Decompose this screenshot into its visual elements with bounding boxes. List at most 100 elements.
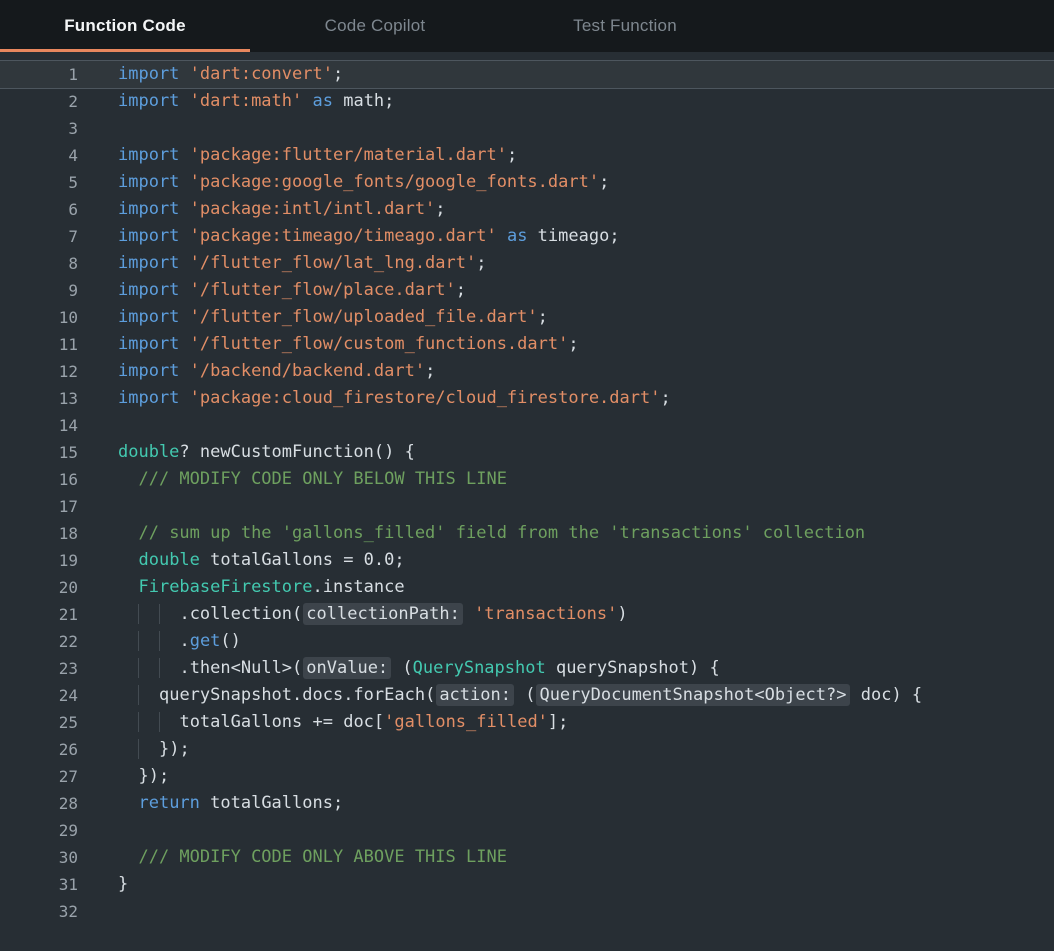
code-line[interactable]: 17: [0, 493, 1054, 520]
code-text: .collection(collectionPath: 'transaction…: [100, 601, 628, 628]
line-number: 9: [0, 277, 100, 304]
code-text: import '/flutter_flow/lat_lng.dart';: [100, 250, 486, 277]
line-number: 31: [0, 871, 100, 898]
line-number: 14: [0, 412, 100, 439]
code-text: [100, 493, 118, 520]
code-text: double? newCustomFunction() {: [100, 439, 415, 466]
code-text: import 'package:flutter/material.dart';: [100, 142, 517, 169]
code-line[interactable]: 2import 'dart:math' as math;: [0, 88, 1054, 115]
code-text: import 'package:cloud_firestore/cloud_fi…: [100, 385, 671, 412]
code-line[interactable]: 8import '/flutter_flow/lat_lng.dart';: [0, 250, 1054, 277]
code-text: .get(): [100, 628, 241, 655]
code-line[interactable]: 26 });: [0, 736, 1054, 763]
line-number: 7: [0, 223, 100, 250]
code-text: totalGallons += doc['gallons_filled'];: [100, 709, 568, 736]
line-number: 27: [0, 763, 100, 790]
line-number: 5: [0, 169, 100, 196]
code-line[interactable]: 19 double totalGallons = 0.0;: [0, 547, 1054, 574]
code-line[interactable]: 28 return totalGallons;: [0, 790, 1054, 817]
code-text: [100, 115, 118, 142]
code-line[interactable]: 7import 'package:timeago/timeago.dart' a…: [0, 223, 1054, 250]
code-line[interactable]: 4import 'package:flutter/material.dart';: [0, 142, 1054, 169]
code-line[interactable]: 9import '/flutter_flow/place.dart';: [0, 277, 1054, 304]
code-text: import 'dart:convert';: [100, 61, 343, 88]
code-line[interactable]: 29: [0, 817, 1054, 844]
code-text: FirebaseFirestore.instance: [100, 574, 405, 601]
line-number: 16: [0, 466, 100, 493]
line-number: 10: [0, 304, 100, 331]
code-text: return totalGallons;: [100, 790, 343, 817]
line-number: 11: [0, 331, 100, 358]
code-text: import '/flutter_flow/custom_functions.d…: [100, 331, 579, 358]
line-number: 23: [0, 655, 100, 682]
code-text: import '/flutter_flow/uploaded_file.dart…: [100, 304, 548, 331]
code-text: import 'package:google_fonts/google_font…: [100, 169, 609, 196]
tab-test-function-label: Test Function: [573, 16, 677, 36]
tab-function-code[interactable]: Function Code: [0, 0, 250, 52]
code-line[interactable]: 27 });: [0, 763, 1054, 790]
line-number: 8: [0, 250, 100, 277]
line-number: 18: [0, 520, 100, 547]
line-number: 12: [0, 358, 100, 385]
line-number: 2: [0, 88, 100, 115]
line-number: 22: [0, 628, 100, 655]
code-text: /// MODIFY CODE ONLY BELOW THIS LINE: [100, 466, 507, 493]
code-line[interactable]: 1import 'dart:convert';: [0, 61, 1054, 88]
code-line[interactable]: 10import '/flutter_flow/uploaded_file.da…: [0, 304, 1054, 331]
line-number: 29: [0, 817, 100, 844]
line-number: 21: [0, 601, 100, 628]
code-line[interactable]: 13import 'package:cloud_firestore/cloud_…: [0, 385, 1054, 412]
code-text: [100, 412, 118, 439]
line-number: 17: [0, 493, 100, 520]
code-text: import '/backend/backend.dart';: [100, 358, 435, 385]
code-text: import 'package:intl/intl.dart';: [100, 196, 446, 223]
line-number: 13: [0, 385, 100, 412]
code-line[interactable]: 22 .get(): [0, 628, 1054, 655]
line-number: 4: [0, 142, 100, 169]
code-editor[interactable]: 1import 'dart:convert';2import 'dart:mat…: [0, 52, 1054, 942]
code-text: // sum up the 'gallons_filled' field fro…: [100, 520, 865, 547]
code-line[interactable]: 20 FirebaseFirestore.instance: [0, 574, 1054, 601]
code-text: });: [100, 736, 190, 763]
code-line[interactable]: 12import '/backend/backend.dart';: [0, 358, 1054, 385]
code-text: double totalGallons = 0.0;: [100, 547, 405, 574]
line-number: 6: [0, 196, 100, 223]
code-line[interactable]: 21 .collection(collectionPath: 'transact…: [0, 601, 1054, 628]
code-line[interactable]: 24 querySnapshot.docs.forEach(action: (Q…: [0, 682, 1054, 709]
line-number: 20: [0, 574, 100, 601]
code-text: }: [100, 871, 128, 898]
line-number: 30: [0, 844, 100, 871]
line-number: 26: [0, 736, 100, 763]
code-line[interactable]: 25 totalGallons += doc['gallons_filled']…: [0, 709, 1054, 736]
tab-test-function[interactable]: Test Function: [500, 0, 750, 52]
code-line[interactable]: 23 .then<Null>(onValue: (QuerySnapshot q…: [0, 655, 1054, 682]
code-line[interactable]: 30 /// MODIFY CODE ONLY ABOVE THIS LINE: [0, 844, 1054, 871]
code-text: });: [100, 763, 169, 790]
code-text: [100, 898, 118, 925]
code-text: /// MODIFY CODE ONLY ABOVE THIS LINE: [100, 844, 507, 871]
code-line[interactable]: 6import 'package:intl/intl.dart';: [0, 196, 1054, 223]
line-number: 24: [0, 682, 100, 709]
line-number: 15: [0, 439, 100, 466]
line-number: 1: [0, 61, 100, 88]
code-line[interactable]: 31}: [0, 871, 1054, 898]
code-line[interactable]: 18 // sum up the 'gallons_filled' field …: [0, 520, 1054, 547]
code-line[interactable]: 16 /// MODIFY CODE ONLY BELOW THIS LINE: [0, 466, 1054, 493]
code-line[interactable]: 32: [0, 898, 1054, 925]
tab-code-copilot[interactable]: Code Copilot: [250, 0, 500, 52]
code-text: [100, 817, 118, 844]
code-line[interactable]: 14: [0, 412, 1054, 439]
code-line[interactable]: 3: [0, 115, 1054, 142]
code-line[interactable]: 15double? newCustomFunction() {: [0, 439, 1054, 466]
code-line[interactable]: 11import '/flutter_flow/custom_functions…: [0, 331, 1054, 358]
code-line[interactable]: 5import 'package:google_fonts/google_fon…: [0, 169, 1054, 196]
code-text: querySnapshot.docs.forEach(action: (Quer…: [100, 682, 922, 709]
code-text: .then<Null>(onValue: (QuerySnapshot quer…: [100, 655, 720, 682]
code-text: import '/flutter_flow/place.dart';: [100, 277, 466, 304]
line-number: 32: [0, 898, 100, 925]
tab-bar: Function Code Code Copilot Test Function: [0, 0, 1054, 52]
line-number: 3: [0, 115, 100, 142]
line-number: 25: [0, 709, 100, 736]
line-number: 19: [0, 547, 100, 574]
code-text: import 'package:timeago/timeago.dart' as…: [100, 223, 620, 250]
